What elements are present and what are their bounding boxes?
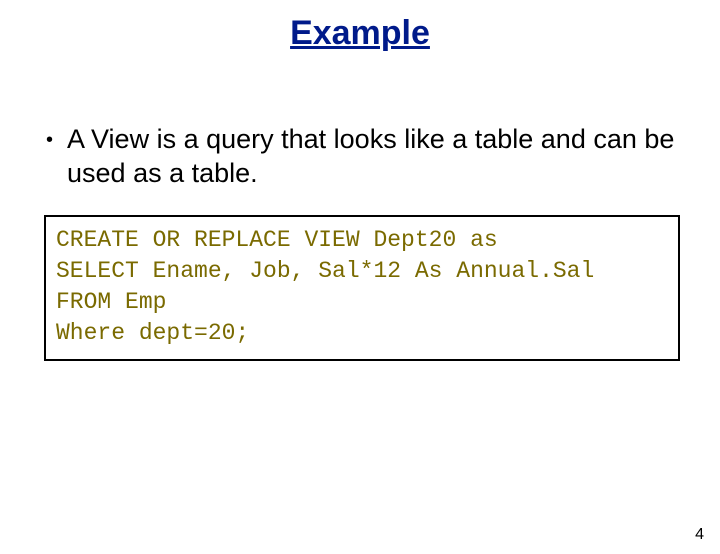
slide: Example • A View is a query that looks l… <box>0 14 720 554</box>
code-block: CREATE OR REPLACE VIEW Dept20 as SELECT … <box>44 215 680 361</box>
page-number: 4 <box>695 526 704 544</box>
bullet-marker: • <box>46 123 53 157</box>
bullet-item: • A View is a query that looks like a ta… <box>40 123 680 191</box>
code-line-4: Where dept=20; <box>56 320 249 346</box>
code-line-2: SELECT Ename, Job, Sal*12 As Annual.Sal <box>56 258 594 284</box>
slide-title: Example <box>0 14 720 53</box>
bullet-text: A View is a query that looks like a tabl… <box>67 123 680 191</box>
code-line-1: CREATE OR REPLACE VIEW Dept20 as <box>56 227 498 253</box>
code-line-3: FROM Emp <box>56 289 166 315</box>
